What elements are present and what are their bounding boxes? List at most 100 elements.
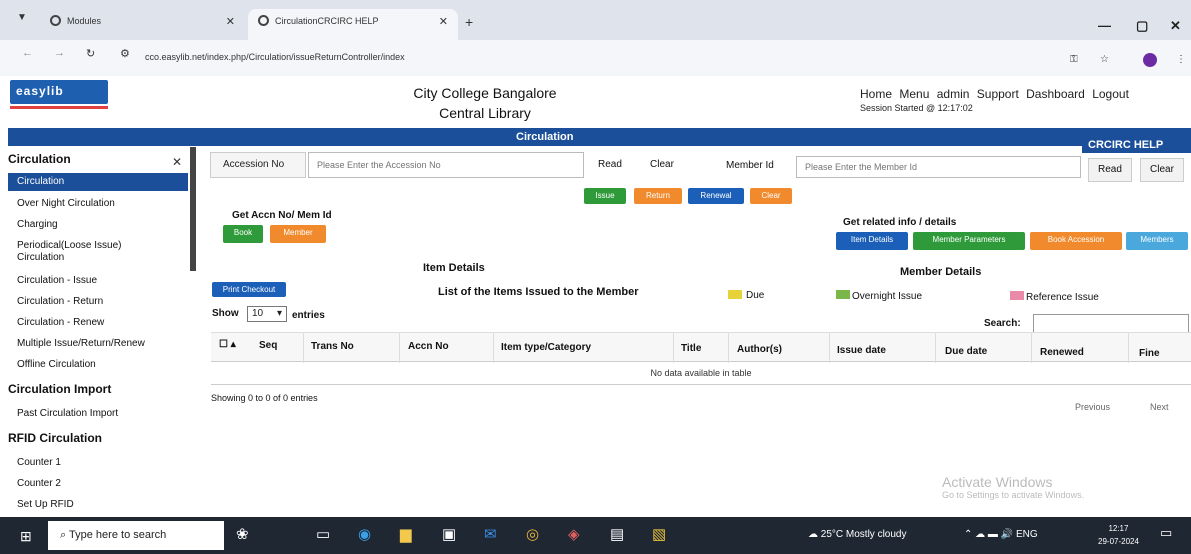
sidebar-item-offline[interactable]: Offline Circulation (17, 359, 96, 371)
tab-circulation[interactable]: CirculationCRCIRC HELP ✕ (248, 9, 458, 40)
profile-avatar-icon[interactable] (1143, 53, 1157, 67)
close-tab-icon[interactable]: ✕ (226, 15, 235, 28)
renewal-button[interactable]: Renewal (688, 188, 744, 204)
app-icon[interactable]: ◈ (568, 525, 580, 543)
col-fine[interactable]: Fine (1139, 348, 1160, 359)
nav-menu[interactable]: Menu (899, 87, 929, 101)
col-item-type[interactable]: Item type/Category (501, 342, 591, 353)
col-due-date[interactable]: Due date (945, 346, 987, 357)
sidebar-item-overnight[interactable]: Over Night Circulation (17, 198, 115, 210)
edge-browser-icon[interactable]: ◉ (358, 525, 371, 543)
store-icon[interactable]: ▣ (442, 525, 456, 543)
member-parameters-button[interactable]: Member Parameters (913, 232, 1025, 250)
issue-button[interactable]: Issue (584, 188, 626, 204)
col-authors[interactable]: Author(s) (737, 344, 782, 355)
sidebar-item-past-import[interactable]: Past Circulation Import (17, 408, 118, 420)
sidebar-item-counter1[interactable]: Counter 1 (17, 457, 61, 469)
member-id-input[interactable] (796, 156, 1081, 178)
col-seq[interactable]: Seq (259, 340, 277, 351)
table-search-input[interactable] (1033, 314, 1189, 334)
app-icon-2[interactable]: ▤ (610, 525, 624, 543)
member-button[interactable]: Member (270, 225, 326, 243)
col-title[interactable]: Title (681, 343, 701, 354)
file-explorer-icon[interactable]: ▆ (400, 525, 412, 543)
forward-icon[interactable]: → (54, 47, 65, 59)
entries-select[interactable]: 10 ▾ (247, 306, 287, 322)
clock[interactable]: 12:17 29-07-2024 (1098, 522, 1139, 548)
close-tab-icon[interactable]: ✕ (439, 15, 448, 28)
legend-due-label: Due (746, 290, 765, 301)
member-clear-button[interactable]: Clear (1140, 158, 1184, 182)
reload-icon[interactable]: ↻ (86, 47, 95, 60)
book-accession-button[interactable]: Book Accession (1030, 232, 1122, 250)
members-button[interactable]: Members (1126, 232, 1188, 250)
close-icon[interactable]: ✕ (172, 155, 182, 169)
legend-overnight-swatch (836, 290, 850, 299)
accession-read-button[interactable]: Read (588, 153, 632, 177)
next-page-button[interactable]: Next (1150, 402, 1169, 412)
back-icon[interactable]: ← (22, 47, 33, 59)
url-field[interactable]: cco.easylib.net/index.php/Circulation/is… (145, 52, 405, 62)
task-view-icon[interactable]: ▭ (316, 525, 330, 543)
item-details-heading: Item Details (423, 262, 485, 274)
mail-icon[interactable]: ✉ (484, 525, 497, 543)
nav-admin[interactable]: admin (937, 87, 970, 101)
previous-page-button[interactable]: Previous (1075, 402, 1110, 412)
chrome-icon[interactable]: ◎ (526, 525, 539, 543)
tab-modules[interactable]: Modules ✕ (40, 9, 245, 40)
globe-icon (50, 15, 61, 26)
sidebar-item-renew[interactable]: Circulation - Renew (17, 317, 104, 329)
windows-start-icon[interactable]: ⊞ (20, 528, 32, 545)
clear-action-button[interactable]: Clear (750, 188, 792, 204)
browser-tab-bar: ▼ Modules ✕ CirculationCRCIRC HELP ✕ + —… (0, 0, 1191, 40)
tab-search-chevron-icon[interactable]: ▼ (14, 12, 30, 28)
app-icon-3[interactable]: ▧ (652, 525, 666, 543)
col-renewed[interactable]: Renewed (1040, 347, 1084, 358)
browser-menu-icon[interactable]: ⋮ (1176, 54, 1186, 65)
new-tab-button[interactable]: + (465, 14, 473, 30)
nav-dashboard[interactable]: Dashboard (1026, 87, 1085, 101)
close-window-button[interactable]: ✕ (1170, 18, 1181, 34)
select-all-checkbox[interactable]: ☐ ▴ (219, 339, 236, 350)
sidebar-item-issue[interactable]: Circulation - Issue (17, 275, 97, 287)
news-widget-icon[interactable]: ❀ (236, 525, 249, 543)
member-id-label: Member Id (726, 160, 774, 171)
return-button[interactable]: Return (634, 188, 682, 204)
site-info-icon[interactable]: ⚙ (120, 47, 130, 60)
sidebar-item-circulation-active[interactable]: Circulation (8, 173, 188, 191)
col-accn-no[interactable]: Accn No (408, 341, 449, 352)
weather-widget[interactable]: ☁ 25°C Mostly cloudy (808, 529, 906, 540)
book-button[interactable]: Book (223, 225, 263, 243)
print-checkout-button[interactable]: Print Checkout (212, 282, 286, 297)
cloud-icon: ☁ (808, 529, 821, 540)
accession-input[interactable] (308, 152, 584, 178)
taskbar-search-box[interactable]: ⌕ Type here to search (48, 521, 224, 550)
sidebar-item-periodical[interactable]: Periodical(Loose Issue) Circulation (17, 240, 122, 264)
col-trans-no[interactable]: Trans No (311, 341, 354, 352)
help-link[interactable]: CRCIRC HELP (1082, 138, 1191, 153)
item-details-button[interactable]: Item Details (836, 232, 908, 250)
col-issue-date[interactable]: Issue date (837, 345, 886, 356)
sidebar-item-setup-rfid[interactable]: Set Up RFID (17, 499, 74, 511)
nav-logout[interactable]: Logout (1092, 87, 1129, 101)
sidebar-item-charging[interactable]: Charging (17, 219, 58, 231)
bookmark-star-icon[interactable]: ☆ (1100, 54, 1109, 65)
column-divider (1031, 333, 1032, 363)
sidebar-scrollbar[interactable] (190, 147, 196, 271)
sidebar-item-return[interactable]: Circulation - Return (17, 296, 103, 308)
system-tray[interactable]: ⌃ ☁ ▬ 🔊 ENG (964, 529, 1038, 540)
nav-home[interactable]: Home (860, 87, 892, 101)
sidebar-item-counter2[interactable]: Counter 2 (17, 478, 61, 490)
notification-icon[interactable]: ▭ (1160, 525, 1172, 541)
key-icon[interactable]: ⚿ (1070, 54, 1078, 65)
minimize-button[interactable]: — (1098, 18, 1111, 33)
page-title: Circulation (516, 131, 574, 143)
legend-due-swatch (728, 290, 742, 299)
member-read-button[interactable]: Read (1088, 158, 1132, 182)
maximize-button[interactable]: ▢ (1136, 18, 1148, 34)
accession-clear-button[interactable]: Clear (640, 153, 684, 177)
session-started: Session Started @ 12:17:02 (860, 103, 973, 113)
sidebar-section-circulation: Circulation (8, 152, 71, 166)
sidebar-item-multiple[interactable]: Multiple Issue/Return/Renew (17, 338, 145, 350)
nav-support[interactable]: Support (977, 87, 1019, 101)
